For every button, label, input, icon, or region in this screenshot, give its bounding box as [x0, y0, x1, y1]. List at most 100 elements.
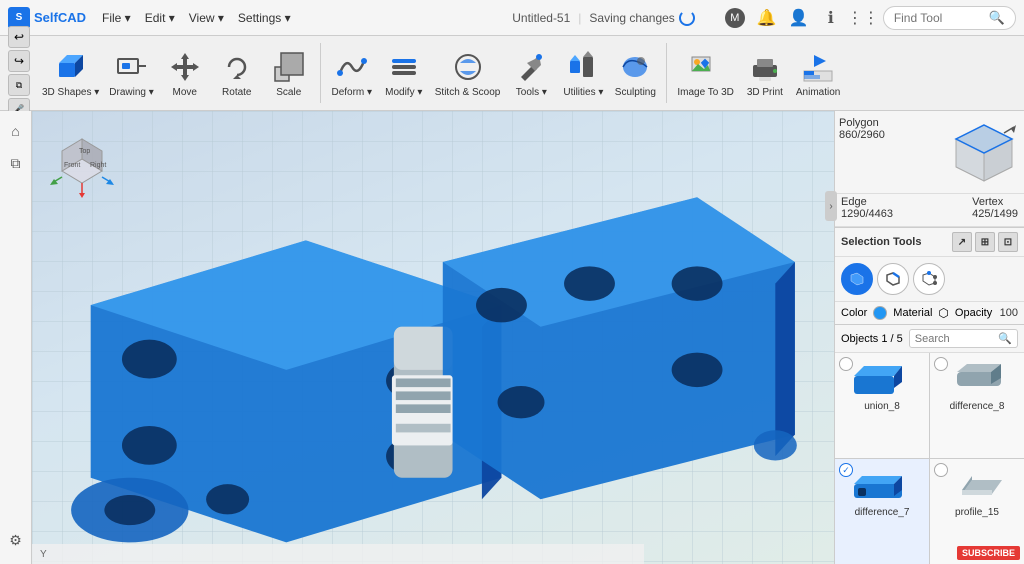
tools-icon: [513, 49, 549, 85]
tool-image-to-3d[interactable]: Image To 3D: [673, 45, 738, 102]
search-box[interactable]: 🔍: [909, 329, 1018, 348]
object-checkbox-union-8[interactable]: [839, 357, 853, 371]
opacity-value: 100: [1000, 307, 1018, 319]
svg-text:Front: Front: [64, 162, 80, 169]
tool-stitch-scoop[interactable]: Stitch & Scoop: [431, 45, 505, 102]
deform-icon: [334, 49, 370, 85]
modify-icon: [386, 49, 422, 85]
mesh-preview: [948, 117, 1020, 189]
sel-btn-edge[interactable]: [877, 263, 909, 295]
stitch-scoop-icon: [450, 49, 486, 85]
tool-animation[interactable]: Animation: [792, 45, 844, 102]
menu-settings[interactable]: Settings ▾: [232, 7, 297, 29]
tool-3d-print[interactable]: 3D Print: [740, 45, 790, 102]
object-thumb-union-8: [852, 359, 912, 399]
icon-info[interactable]: ℹ: [821, 8, 841, 28]
left-sidebar: ⌂ ⧉ ⚙: [0, 111, 32, 564]
vertex-info: Vertex 425/1499: [972, 196, 1018, 220]
object-thumb-difference-7: [852, 465, 912, 505]
tool-3d-shapes[interactable]: 3D Shapes ▾: [38, 45, 103, 102]
object-cell-difference-7[interactable]: difference_7: [835, 459, 929, 564]
main-area: ⌂ ⧉ ⚙: [0, 111, 1024, 564]
left-icon-layers[interactable]: ⧉: [4, 151, 28, 175]
tool-utilities[interactable]: Utilities ▾: [558, 45, 608, 102]
find-tool-container[interactable]: 🔍: [883, 6, 1016, 30]
objects-count: Objects 1 / 5: [841, 333, 903, 345]
left-icon-home[interactable]: ⌂: [4, 119, 28, 143]
icon-user[interactable]: 👤: [789, 8, 809, 28]
left-icon-settings[interactable]: ⚙: [4, 528, 28, 552]
subscribe-badge[interactable]: SUBSCRIBE: [957, 546, 1020, 560]
tool-modify[interactable]: Modify ▾: [379, 45, 429, 102]
selection-action-1[interactable]: ↗: [952, 232, 972, 252]
selection-action-2[interactable]: ⊞: [975, 232, 995, 252]
icon-bell[interactable]: 🔔: [757, 8, 777, 28]
find-tool-input[interactable]: [894, 11, 984, 25]
cube-navigator[interactable]: Top Front Right: [42, 121, 122, 201]
status-text: Y: [40, 549, 47, 560]
edge-value: 1290/4463: [841, 208, 893, 220]
color-dot[interactable]: [873, 306, 887, 320]
tool-move[interactable]: Move: [160, 45, 210, 102]
object-name-profile-15: profile_15: [955, 507, 999, 518]
app-name: SelfCAD: [34, 10, 86, 25]
vertex-label: Vertex: [972, 196, 1018, 208]
icon-m[interactable]: M: [725, 8, 745, 28]
color-material-row: Color Material ⬡ Opacity 100: [835, 301, 1024, 324]
objects-header: Objects 1 / 5 🔍: [835, 324, 1024, 353]
sculpting-icon: [617, 49, 653, 85]
object-checkbox-difference-8[interactable]: [934, 357, 948, 371]
sel-btn-vertex[interactable]: [913, 263, 945, 295]
selection-tools-buttons: [835, 257, 1024, 301]
selection-action-3[interactable]: ⊡: [998, 232, 1018, 252]
svg-text:Right: Right: [90, 162, 106, 169]
tool-drawing[interactable]: Drawing ▾: [105, 45, 157, 102]
search-input[interactable]: [915, 333, 996, 345]
object-thumb-profile-15: [947, 465, 1007, 505]
polygon-label: Polygon: [839, 117, 944, 129]
sel-btn-face[interactable]: [841, 263, 873, 295]
material-label: Material: [893, 307, 932, 319]
utilities-icon: [565, 49, 601, 85]
3d-print-icon: [747, 49, 783, 85]
selection-tools-actions: ↗ ⊞ ⊡: [952, 232, 1018, 252]
animation-icon: [800, 49, 836, 85]
saving-spinner: [679, 10, 695, 26]
saving-indicator: Saving changes: [589, 10, 694, 26]
tool-sculpting[interactable]: Sculpting: [610, 45, 660, 102]
vertex-value: 425/1499: [972, 208, 1018, 220]
object-cell-profile-15[interactable]: profile_15 SUBSCRIBE: [930, 459, 1024, 564]
panel-collapse-arrow[interactable]: ›: [825, 191, 837, 221]
object-checkbox-difference-7[interactable]: [839, 463, 853, 477]
menu-view[interactable]: View ▾: [183, 7, 230, 29]
color-label: Color: [841, 307, 867, 319]
topbar: S SelfCAD File ▾ Edit ▾ View ▾ Settings …: [0, 0, 1024, 36]
undo-button[interactable]: ↩: [8, 26, 30, 48]
icon-grid[interactable]: ⋮⋮: [853, 8, 873, 28]
project-title: Untitled-51 | Saving changes: [512, 10, 695, 26]
tool-tools[interactable]: Tools ▾: [506, 45, 556, 102]
top-right-icons: M 🔔 👤 ℹ ⋮⋮: [725, 8, 873, 28]
3d-print-label: 3D Print: [747, 87, 783, 98]
object-cell-difference-8[interactable]: difference_8: [930, 353, 1024, 458]
tool-rotate[interactable]: Rotate: [212, 45, 262, 102]
viewport[interactable]: Top Front Right Y: [32, 111, 834, 564]
tools-label: Tools ▾: [516, 87, 547, 98]
undo-redo-group: ↩ ↪ ⧉ 🎤: [8, 26, 30, 120]
copy-button[interactable]: ⧉: [8, 74, 30, 96]
tool-scale[interactable]: Scale: [264, 45, 314, 102]
object-cell-union-8[interactable]: union_8: [835, 353, 929, 458]
move-label: Move: [173, 87, 197, 98]
polygon-value: 860/2960: [839, 129, 944, 141]
selection-tools-header: Selection Tools ↗ ⊞ ⊡: [835, 227, 1024, 257]
tool-deform[interactable]: Deform ▾: [327, 45, 377, 102]
menu-file[interactable]: File ▾: [96, 7, 137, 29]
object-checkbox-profile-15[interactable]: [934, 463, 948, 477]
menu-edit[interactable]: Edit ▾: [139, 7, 181, 29]
edge-info: Edge 1290/4463: [841, 196, 893, 220]
image-to-3d-label: Image To 3D: [677, 87, 734, 98]
object-name-difference-8: difference_8: [950, 401, 1005, 412]
redo-button[interactable]: ↪: [8, 50, 30, 72]
menu-bar: File ▾ Edit ▾ View ▾ Settings ▾: [96, 7, 297, 29]
edge-label: Edge: [841, 196, 893, 208]
